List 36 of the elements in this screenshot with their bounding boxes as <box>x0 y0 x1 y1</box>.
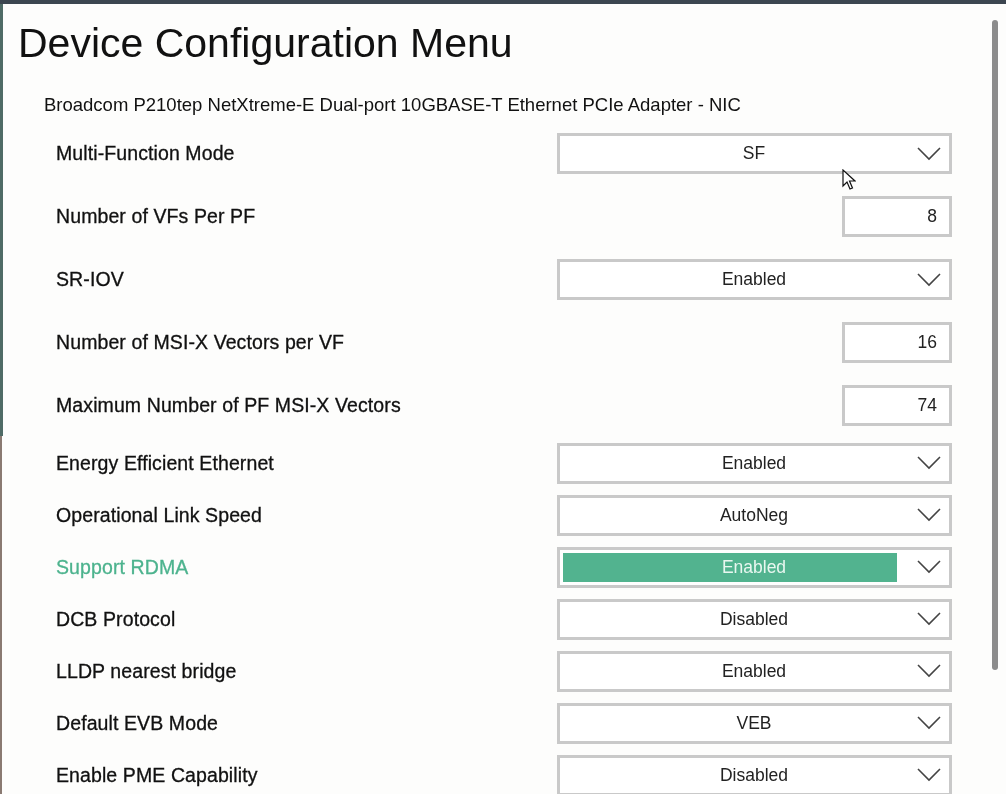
setting-label: Support RDMA <box>56 555 189 579</box>
mouse-cursor-icon <box>842 169 856 191</box>
chevron-down-icon <box>917 508 941 522</box>
chevron-down-icon <box>917 716 941 730</box>
number-field[interactable]: 16 <box>842 322 952 363</box>
select-dropdown[interactable]: Enabled <box>557 442 952 484</box>
chevron-down-icon <box>917 456 941 470</box>
setting-label: Energy Efficient Ethernet <box>56 451 274 475</box>
select-dropdown[interactable]: Disabled <box>557 598 952 640</box>
chevron-down-icon <box>917 768 941 782</box>
number-field[interactable]: 74 <box>842 385 952 426</box>
page-title: Device Configuration Menu <box>18 20 514 66</box>
setting-label: Multi-Function Mode <box>56 142 235 165</box>
chevron-down-icon <box>917 612 941 626</box>
chevron-down-icon <box>917 560 941 574</box>
setting-label: SR-IOV <box>56 268 124 291</box>
device-name: Broadcom P210tep NetXtreme-E Dual-port 10GBASE-T Ethernet PCIe Adapter - NIC <box>44 94 742 116</box>
setting-label: Maximum Number of PF MSI-X Vectors <box>56 394 401 417</box>
select-dropdown[interactable]: Enabled <box>557 259 952 300</box>
select-dropdown[interactable]: AutoNeg <box>557 494 952 536</box>
setting-label: Operational Link Speed <box>56 503 262 527</box>
number-field[interactable]: 8 <box>842 196 952 237</box>
chevron-down-icon <box>917 272 941 287</box>
chevron-down-icon <box>917 146 941 161</box>
scrollbar[interactable] <box>992 20 998 670</box>
select-dropdown[interactable]: Enabled <box>557 650 952 692</box>
select-dropdown[interactable]: SF <box>557 133 952 174</box>
select-dropdown[interactable]: VEB <box>557 702 952 744</box>
setting-label: LLDP nearest bridge <box>56 659 237 683</box>
setting-label: DCB Protocol <box>56 607 176 631</box>
setting-label: Number of VFs Per PF <box>56 205 256 228</box>
setting-label: Default EVB Mode <box>56 711 219 735</box>
chevron-down-icon <box>917 664 941 678</box>
setting-label: Enable PME Capability <box>56 763 258 787</box>
setting-label: Number of MSI-X Vectors per VF <box>56 331 344 354</box>
select-dropdown[interactable]: Disabled <box>557 754 952 794</box>
